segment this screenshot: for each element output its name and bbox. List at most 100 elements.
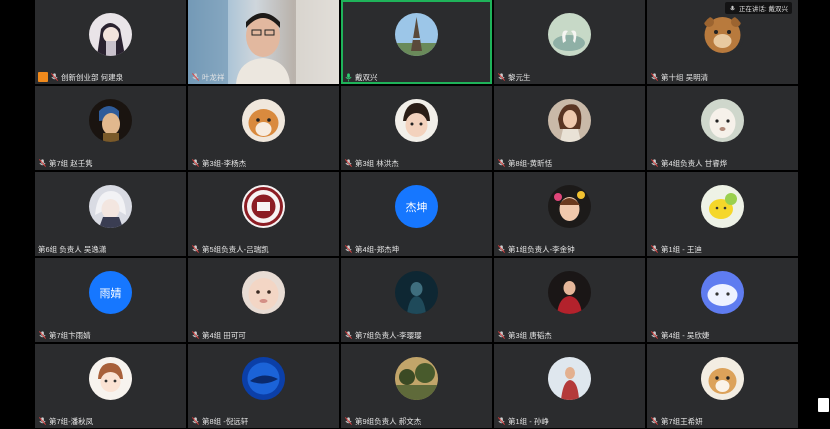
participant-tile[interactable]: 创新创业部 何建泉 <box>35 0 186 84</box>
participant-name: 第7组-潘秋凤 <box>49 416 94 426</box>
participant-label: 第6组 负责人 吴逸潇 <box>35 242 106 256</box>
participant-tile[interactable]: 第3组 林洪杰 <box>341 86 492 170</box>
participant-name: 第7组 赵壬隽 <box>49 158 93 168</box>
avatar-girl-pearl-earring <box>89 99 132 142</box>
avatar-red-shirt <box>548 271 591 314</box>
participant-label: 第7组卞雨婧 <box>35 328 91 342</box>
participant-name: 黎元生 <box>508 72 531 82</box>
avatar-swans <box>548 13 591 56</box>
avatar-girl-fashion <box>548 99 591 142</box>
participant-label: 黎元生 <box>494 70 531 84</box>
participant-tile[interactable]: 第9组负责人 郝文杰 <box>341 344 492 428</box>
avatar-shiba-dog <box>242 99 285 142</box>
participant-tile[interactable]: 第1组 - 王迪 <box>647 172 798 256</box>
participant-label: 第5组负责人-吕瑞凯 <box>188 242 269 256</box>
participant-tile[interactable]: 第7组王希妍 <box>647 344 798 428</box>
mic-muted-icon <box>192 73 199 81</box>
participant-name: 第3组 唐韬杰 <box>508 330 552 340</box>
participant-label: 第4组 田可可 <box>188 328 246 342</box>
participant-tile[interactable]: 第3组-李杨杰 <box>188 86 339 170</box>
participant-name: 第5组负责人-吕瑞凯 <box>202 244 269 254</box>
participant-name: 第6组 负责人 吴逸潇 <box>38 244 107 254</box>
avatar-blue-orb <box>242 357 285 400</box>
participant-tile[interactable]: 第4组 田可可 <box>188 258 339 342</box>
scroll-thumb[interactable] <box>818 398 829 412</box>
participant-tile[interactable]: 杰坤 第4组-郑杰坤 <box>341 172 492 256</box>
mic-small-icon <box>729 5 735 10</box>
mic-muted-icon <box>651 245 658 253</box>
participant-name: 第8组-黄昕恬 <box>508 158 553 168</box>
participant-label: 第十组 吴明清 <box>647 70 708 84</box>
participant-tile[interactable]: 第4组负责人 甘睿烨 <box>647 86 798 170</box>
mic-muted-icon <box>498 331 505 339</box>
avatar-bear-cartoon <box>701 13 744 56</box>
participant-label: 第7组-潘秋凤 <box>35 414 93 428</box>
avatar-corgi <box>701 357 744 400</box>
avatar-photo-person <box>548 357 591 400</box>
speaking-label: 正在讲话: 戴双兴 <box>738 6 788 13</box>
host-badge-icon <box>38 72 48 82</box>
participant-tile[interactable]: 第6组 负责人 吴逸潇 <box>35 172 186 256</box>
participant-tile[interactable]: 第1组负责人-李金钟 <box>494 172 645 256</box>
participant-name: 第7组负责人-李璎璎 <box>355 330 422 340</box>
participant-label: 第3组 唐韬杰 <box>494 328 552 342</box>
mic-muted-icon <box>345 331 352 339</box>
mic-muted-icon <box>651 331 658 339</box>
mic-muted-icon <box>498 159 505 167</box>
mic-muted-icon <box>498 73 505 81</box>
left-black-bar <box>0 0 35 429</box>
participant-label: 第7组 赵壬隽 <box>35 156 93 170</box>
avatar-baby-face <box>242 271 285 314</box>
participant-tile[interactable]: 第3组 唐韬杰 <box>494 258 645 342</box>
participant-tile-active-speaker[interactable]: 戴双兴 <box>341 0 492 84</box>
participant-name: 第9组负责人 郝文杰 <box>355 416 422 426</box>
participant-label: 第7组王希妍 <box>647 414 703 428</box>
speaking-indicator: 正在讲话: 戴双兴 <box>724 2 792 14</box>
participant-tile[interactable]: 雨婧 第7组卞雨婧 <box>35 258 186 342</box>
participant-name: 第3组-李杨杰 <box>202 158 247 168</box>
participant-tile[interactable]: 第十组 吴明清 正在讲话: 戴双兴 <box>647 0 798 84</box>
participant-name: 第8组 -倪远轩 <box>202 416 249 426</box>
participant-label: 第7组负责人-李璎璎 <box>341 328 422 342</box>
participant-tile[interactable]: 第4组 - 吴欣婕 <box>647 258 798 342</box>
participant-label: 第4组负责人 甘睿烨 <box>647 156 727 170</box>
participant-label: 第9组负责人 郝文杰 <box>341 414 421 428</box>
mic-muted-icon <box>345 245 352 253</box>
avatar-cloud-cartoon <box>701 271 744 314</box>
mic-muted-icon <box>651 159 658 167</box>
mic-muted-icon <box>39 417 46 425</box>
participant-label: 第3组 林洪杰 <box>341 156 399 170</box>
mic-muted-icon <box>192 245 199 253</box>
participant-name: 创新创业部 何建泉 <box>61 72 124 82</box>
participant-tile-video[interactable]: 叶龙祥 <box>188 0 339 84</box>
participant-name: 第4组 - 吴欣婕 <box>661 330 710 340</box>
mic-muted-icon <box>192 159 199 167</box>
participant-tile[interactable]: 第1组 - 孙峥 <box>494 344 645 428</box>
avatar-child <box>395 99 438 142</box>
participant-tile[interactable]: 第8组-黄昕恬 <box>494 86 645 170</box>
participant-label: 第4组 - 吴欣婕 <box>647 328 709 342</box>
participant-label: 第3组-李杨杰 <box>188 156 246 170</box>
avatar-kid-flowers <box>548 185 591 228</box>
mic-muted-icon <box>192 331 199 339</box>
avatar-cartoon-girl <box>89 357 132 400</box>
participant-tile[interactable]: 第5组负责人-吕瑞凯 <box>188 172 339 256</box>
participant-label: 第1组 - 孙峥 <box>494 414 549 428</box>
mic-muted-icon <box>51 73 58 81</box>
mic-muted-icon <box>345 159 352 167</box>
participant-tile[interactable]: 第8组 -倪远轩 <box>188 344 339 428</box>
participant-tile[interactable]: 第7组-潘秋凤 <box>35 344 186 428</box>
participant-label: 戴双兴 <box>341 70 378 84</box>
participant-name: 第十组 吴明清 <box>661 72 709 82</box>
mic-muted-icon <box>498 245 505 253</box>
participant-tile[interactable]: 黎元生 <box>494 0 645 84</box>
avatar-landscape <box>395 357 438 400</box>
participant-name: 第1组负责人-李金钟 <box>508 244 575 254</box>
participant-name: 第7组卞雨婧 <box>49 330 91 340</box>
avatar-initials: 杰坤 <box>395 185 438 228</box>
participant-name: 第3组 林洪杰 <box>355 158 399 168</box>
participant-tile[interactable]: 第7组负责人-李璎璎 <box>341 258 492 342</box>
participant-tile[interactable]: 第7组 赵壬隽 <box>35 86 186 170</box>
avatar-alpaca <box>701 99 744 142</box>
participant-name: 第1组 - 孙峥 <box>508 416 549 426</box>
